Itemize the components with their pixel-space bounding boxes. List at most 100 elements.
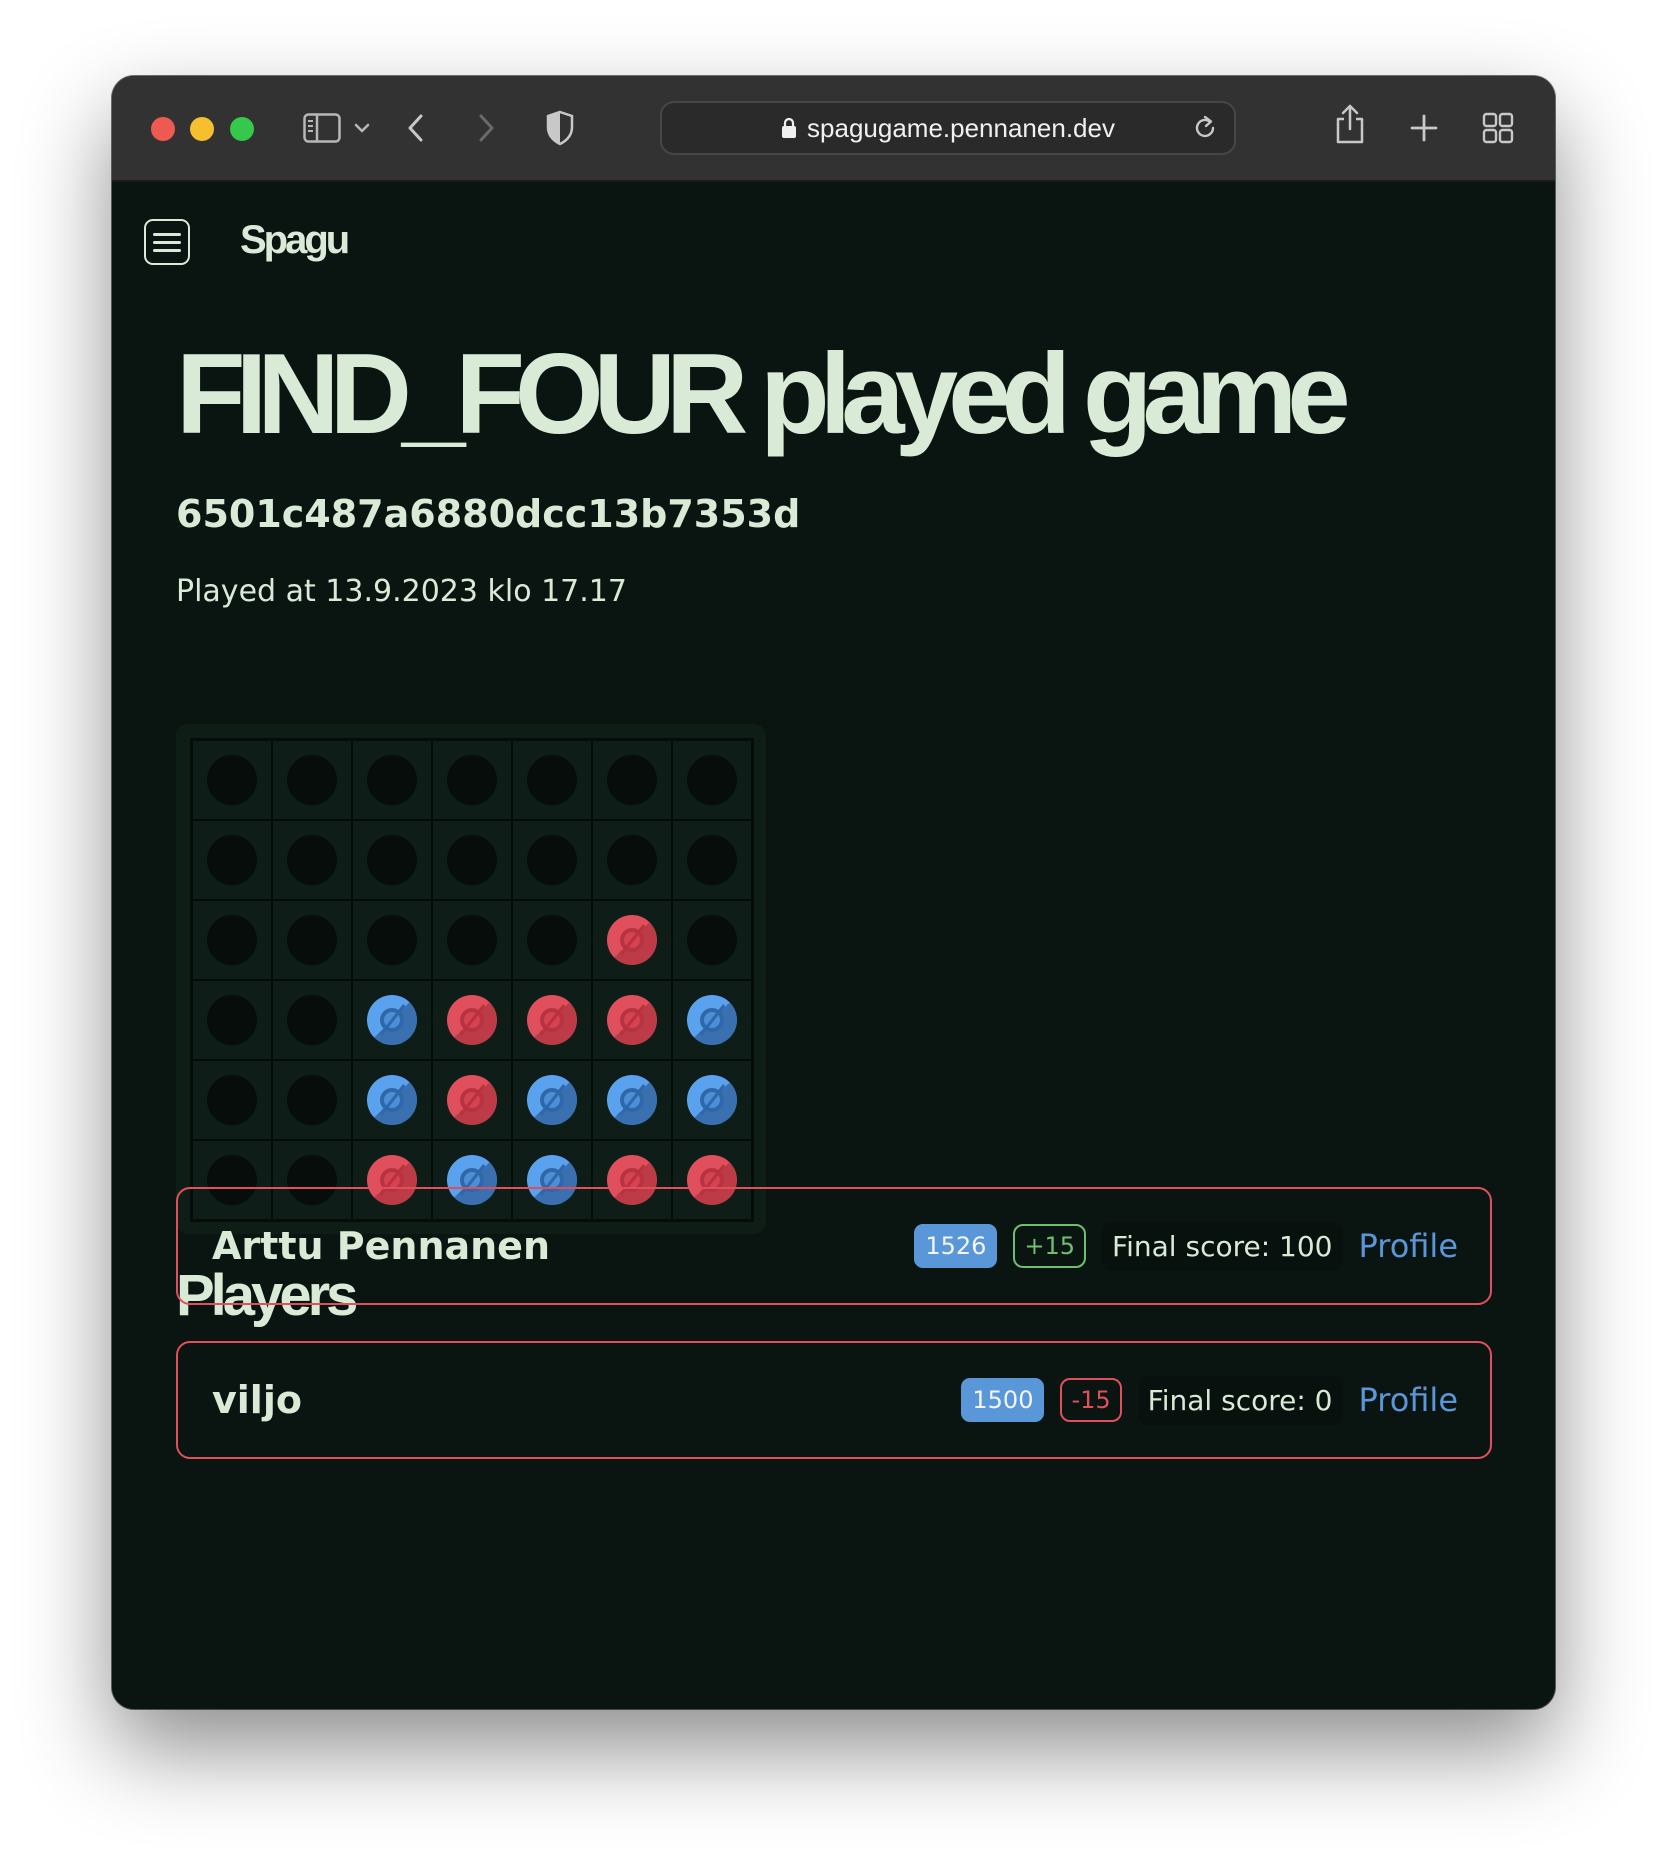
board-cell bbox=[672, 980, 752, 1060]
board-cell bbox=[272, 740, 352, 820]
blue-disc bbox=[527, 1075, 577, 1125]
final-score: Final score: 100 bbox=[1102, 1221, 1343, 1271]
browser-toolbar: spagugame.pennanen.dev bbox=[112, 76, 1555, 182]
page-title: FIND_FOUR played game bbox=[176, 331, 1351, 458]
empty-slot bbox=[207, 915, 257, 965]
board-cell bbox=[272, 1060, 352, 1140]
board-cell bbox=[592, 900, 672, 980]
board-cell bbox=[672, 740, 752, 820]
sidebar-toggle-icon[interactable] bbox=[302, 110, 342, 146]
empty-slot bbox=[287, 1075, 337, 1125]
red-disc bbox=[607, 995, 657, 1045]
board-cell bbox=[352, 820, 432, 900]
address-bar[interactable]: spagugame.pennanen.dev bbox=[660, 101, 1236, 155]
blue-disc bbox=[607, 1075, 657, 1125]
hamburger-menu-icon[interactable] bbox=[144, 219, 190, 265]
board-cell bbox=[592, 740, 672, 820]
new-tab-plus-icon[interactable] bbox=[1406, 110, 1442, 146]
blue-disc bbox=[687, 995, 737, 1045]
rating-change-badge: +15 bbox=[1013, 1224, 1087, 1268]
empty-slot bbox=[527, 915, 577, 965]
reload-icon[interactable] bbox=[1190, 113, 1220, 143]
empty-slot bbox=[527, 755, 577, 805]
url-text: spagugame.pennanen.dev bbox=[807, 112, 1115, 143]
privacy-shield-icon[interactable] bbox=[542, 108, 578, 148]
forward-arrow-icon[interactable] bbox=[472, 110, 500, 146]
red-disc bbox=[447, 995, 497, 1045]
empty-slot bbox=[687, 755, 737, 805]
tab-overview-icon[interactable] bbox=[1480, 110, 1516, 146]
browser-window: spagugame.pennanen.dev Spagu FIND_FOUR p… bbox=[112, 76, 1555, 1709]
board-cell bbox=[352, 980, 432, 1060]
brand-logo[interactable]: Spagu bbox=[240, 218, 350, 263]
empty-slot bbox=[447, 755, 497, 805]
board-cell bbox=[272, 820, 352, 900]
empty-slot bbox=[287, 835, 337, 885]
empty-slot bbox=[207, 995, 257, 1045]
empty-slot bbox=[367, 915, 417, 965]
game-id: 6501c487a6880dcc13b7353d bbox=[176, 492, 801, 536]
board-cell bbox=[672, 1060, 752, 1140]
blue-disc bbox=[367, 995, 417, 1045]
minimize-window-button[interactable] bbox=[190, 117, 214, 141]
board-cell bbox=[272, 900, 352, 980]
board-cell bbox=[272, 980, 352, 1060]
empty-slot bbox=[447, 915, 497, 965]
chevron-down-icon[interactable] bbox=[352, 116, 372, 140]
board-cell bbox=[352, 1060, 432, 1140]
blue-disc bbox=[367, 1075, 417, 1125]
red-disc bbox=[607, 915, 657, 965]
empty-slot bbox=[607, 755, 657, 805]
board-cell bbox=[512, 980, 592, 1060]
empty-slot bbox=[527, 835, 577, 885]
board-cell bbox=[512, 820, 592, 900]
empty-slot bbox=[607, 835, 657, 885]
empty-slot bbox=[287, 995, 337, 1045]
empty-slot bbox=[207, 755, 257, 805]
rating-badge: 1500 bbox=[961, 1378, 1045, 1422]
board-cell bbox=[192, 740, 272, 820]
board-cell bbox=[192, 980, 272, 1060]
profile-link[interactable]: Profile bbox=[1359, 1381, 1459, 1419]
lock-icon bbox=[781, 117, 797, 139]
board-cell bbox=[432, 900, 512, 980]
empty-slot bbox=[687, 835, 737, 885]
rating-change-badge: -15 bbox=[1060, 1378, 1122, 1422]
board-cell bbox=[672, 900, 752, 980]
empty-slot bbox=[367, 755, 417, 805]
player-card: Arttu Pennanen 1526 +15 Final score: 100… bbox=[176, 1187, 1492, 1305]
empty-slot bbox=[207, 1075, 257, 1125]
board-cell bbox=[432, 1060, 512, 1140]
board-cell bbox=[352, 900, 432, 980]
board-cell bbox=[512, 740, 592, 820]
board-cell bbox=[432, 740, 512, 820]
board-cell bbox=[512, 900, 592, 980]
empty-slot bbox=[367, 835, 417, 885]
game-board bbox=[190, 738, 754, 1222]
board-cell bbox=[672, 820, 752, 900]
board-cell bbox=[432, 980, 512, 1060]
player-name: viljo bbox=[212, 1378, 302, 1422]
share-icon[interactable] bbox=[1332, 102, 1368, 146]
played-at-text: Played at 13.9.2023 klo 17.17 bbox=[176, 574, 627, 609]
final-score: Final score: 0 bbox=[1137, 1375, 1343, 1425]
page-content: Spagu FIND_FOUR played game 6501c487a688… bbox=[112, 182, 1555, 1709]
empty-slot bbox=[447, 835, 497, 885]
player-card: viljo 1500 -15 Final score: 0 Profile bbox=[176, 1341, 1492, 1459]
red-disc bbox=[527, 995, 577, 1045]
profile-link[interactable]: Profile bbox=[1359, 1227, 1459, 1265]
board-cell bbox=[352, 740, 432, 820]
board-cell bbox=[592, 980, 672, 1060]
back-arrow-icon[interactable] bbox=[402, 110, 430, 146]
maximize-window-button[interactable] bbox=[230, 117, 254, 141]
board-cell bbox=[512, 1060, 592, 1140]
board-cell bbox=[592, 820, 672, 900]
player-name: Arttu Pennanen bbox=[212, 1224, 551, 1268]
board-cell bbox=[432, 820, 512, 900]
red-disc bbox=[447, 1075, 497, 1125]
game-board-container bbox=[176, 724, 766, 1234]
empty-slot bbox=[287, 915, 337, 965]
close-window-button[interactable] bbox=[151, 117, 175, 141]
empty-slot bbox=[207, 835, 257, 885]
empty-slot bbox=[287, 755, 337, 805]
